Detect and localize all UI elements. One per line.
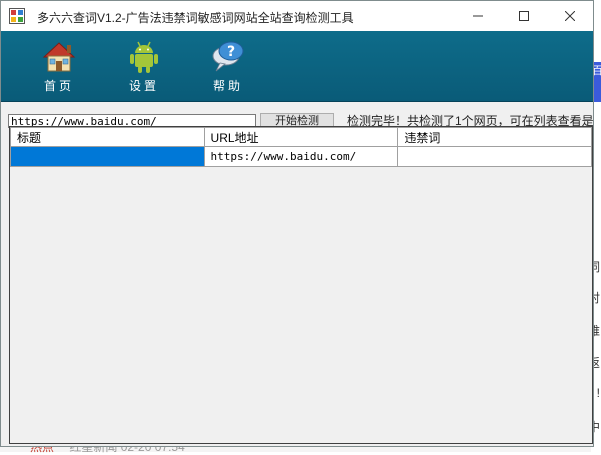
toolbar-help-button[interactable]: ? 帮助 [198,39,258,95]
cell-words[interactable] [397,146,592,167]
column-header-title[interactable]: 标题 [10,127,205,147]
maximize-button[interactable] [501,1,547,31]
toolbar-help-label: 帮助 [212,79,243,93]
toolbar-settings-button[interactable]: 设置 [114,39,174,95]
column-header-words[interactable]: 违禁词 [397,127,592,147]
toolbar-home-button[interactable]: 首页 [29,39,89,95]
cell-title[interactable] [10,146,205,167]
toolbar-settings-label: 设置 [128,79,159,93]
house-icon [42,42,76,72]
cell-url[interactable]: https://www.baidu.com/ [203,146,399,167]
close-icon [565,11,575,21]
table-header-row: 标题 URL地址 违禁词 [10,127,592,147]
window-title: 多六六查词V1.2-广告法违禁词敏感词网站全站查询检测工具 [37,11,354,25]
background-glyph: ! [596,386,600,400]
results-grid[interactable]: 标题 URL地址 违禁词 https://www.baidu.com/ [9,126,593,444]
app-icon [9,8,25,24]
toolbar-home-label: 首页 [43,79,74,93]
maximize-icon [519,11,529,21]
close-button[interactable] [547,1,593,31]
title-bar[interactable]: 多六六查词V1.2-广告法违禁词敏感词网站全站查询检测工具 [1,1,593,31]
minimize-button[interactable] [455,1,501,31]
android-icon [130,41,158,73]
app-window: 多六六查词V1.2-广告法违禁词敏感词网站全站查询检测工具 首页 设置 ? 帮助… [0,0,594,447]
help-icon: ? [212,41,244,72]
minimize-icon [473,15,483,17]
results-table: 标题 URL地址 违禁词 https://www.baidu.com/ [10,127,592,167]
main-toolbar: 首页 设置 ? 帮助 [1,31,593,102]
column-header-url[interactable]: URL地址 [203,127,399,147]
table-row[interactable]: https://www.baidu.com/ [10,146,592,167]
svg-text:?: ? [227,44,235,60]
